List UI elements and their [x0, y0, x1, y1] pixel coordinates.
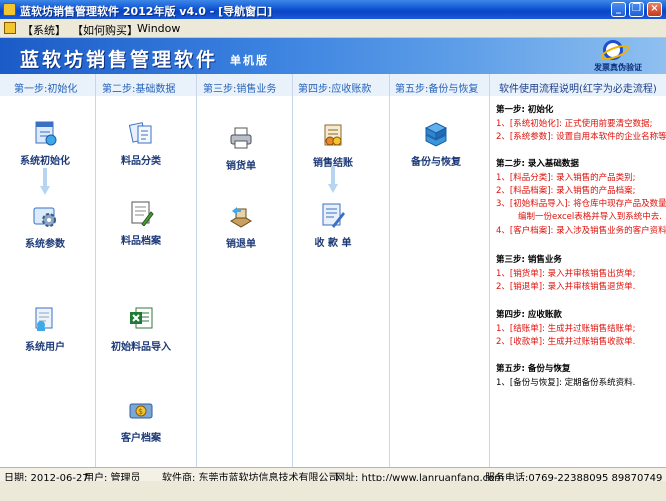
customer-file-button[interactable]: $ 客户档案 [96, 397, 186, 444]
sales-return-button[interactable]: 销退单 [196, 203, 286, 250]
system-init-label: 系统初始化 [20, 156, 70, 167]
initial-import-button[interactable]: 初始料品导入 [96, 306, 186, 353]
menu-window[interactable]: Window [137, 22, 180, 35]
banner: 蓝软坊销售管理软件 单机版 发票真伪验证 [0, 38, 666, 74]
item-file-button[interactable]: 料品档案 [96, 200, 186, 247]
menu-how-to-buy[interactable]: 【如何购买】 [72, 22, 138, 38]
receipt-icon [320, 202, 346, 228]
sales-return-label: 销退单 [226, 239, 256, 250]
initial-import-label: 初始料品导入 [111, 342, 171, 353]
menu-bar: 【系统】 【如何购买】 Window [0, 19, 666, 38]
steps-header: 第一步:初始化 第二步:基础数据 第三步:销售业务 第四步:应收账款 第五步:备… [0, 74, 666, 96]
backup-restore-icon [423, 121, 449, 147]
bottom-strip [0, 481, 666, 501]
restore-button[interactable]: ❐ [629, 2, 644, 17]
column-divider [389, 74, 390, 467]
sales-return-icon [228, 203, 254, 229]
guide-step2-heading: 第二步: 录入基础数据 [496, 159, 579, 169]
guide-text: 2、[收款单]: 生成并过账销售收款单. [496, 337, 636, 347]
guide-text: 2、[料品档案]: 录入销售的产品档案; [496, 186, 636, 196]
sales-order-button[interactable]: 销货单 [196, 125, 286, 172]
excel-icon [128, 306, 154, 332]
guide-step4-heading: 第四步: 应收账款 [496, 310, 562, 320]
receipt-label: 收 款 单 [314, 238, 352, 249]
flow-arrow [328, 166, 338, 194]
guide-step3-heading: 第三步: 销售业务 [496, 255, 562, 265]
invoice-verify-link[interactable]: 发票真伪验证 [594, 62, 642, 73]
gear-icon [32, 203, 58, 229]
step-5-header: 第五步:备份与恢复 [395, 84, 479, 95]
step-2-header: 第二步:基础数据 [102, 84, 176, 95]
users-icon [32, 306, 58, 332]
guide-text: 1、[销货单]: 录入并审核销售出货单; [496, 269, 636, 279]
guide-text: 1、[系统初始化]: 正式使用前要清空数据; [496, 119, 653, 129]
guide-panel: 第一步: 初始化 1、[系统初始化]: 正式使用前要清空数据; 2、[系统参数]… [490, 96, 666, 467]
sales-order-label: 销货单 [226, 161, 256, 172]
window-title: 蓝软坊销售管理软件 2012年版 v4.0 - [导航窗口] [20, 5, 273, 18]
receipt-button[interactable]: 收 款 单 [288, 202, 378, 249]
printer-icon [228, 125, 254, 151]
system-init-button[interactable]: 系统初始化 [0, 120, 90, 167]
guide-text: 2、[销退单]: 录入并审核销售退货单. [496, 282, 636, 292]
guide-step5-heading: 第五步: 备份与恢复 [496, 364, 571, 374]
sales-settle-icon [320, 122, 346, 148]
backup-restore-button[interactable]: 备份与恢复 [391, 121, 481, 168]
banner-title: 蓝软坊销售管理软件 [20, 49, 219, 71]
item-category-label: 料品分类 [121, 156, 161, 167]
step-4-header: 第四步:应收账款 [298, 84, 372, 95]
menu-system[interactable]: 【系统】 [22, 22, 66, 38]
svg-text:$: $ [138, 407, 143, 416]
guide-title: 软件使用流程说明(红字为必走流程) [499, 84, 657, 95]
guide-text: 2、[系统参数]: 设置自用本软件的企业名称等. [496, 132, 666, 142]
item-category-button[interactable]: 料品分类 [96, 120, 186, 167]
system-users-label: 系统用户 [25, 342, 65, 353]
customer-file-label: 客户档案 [121, 433, 161, 444]
guide-text: 编制一份excel表格并导入到系统中去. [518, 212, 662, 222]
title-bar: 蓝软坊销售管理软件 2012年版 v4.0 - [导航窗口] _ ❐ × [0, 0, 666, 19]
system-users-button[interactable]: 系统用户 [0, 306, 90, 353]
guide-text: 1、[备份与恢复]: 定期备份系统资料. [496, 378, 636, 388]
status-bar: 日期: 2012-06-27 用户: 管理员 软件商: 东莞市蓝软坊信息技术有限… [0, 467, 666, 484]
guide-step1-heading: 第一步: 初始化 [496, 105, 554, 115]
item-file-label: 料品档案 [121, 236, 161, 247]
guide-text: 4、[客户档案]: 录入涉及销售业务的客户资料. [496, 226, 666, 236]
flow-arrow [40, 168, 50, 196]
guide-text: 3、[初始料品导入]: 将仓库中现存产品及数量 [496, 199, 666, 209]
invoice-verify-icon[interactable] [603, 40, 623, 60]
item-category-icon [128, 120, 154, 146]
close-button[interactable]: × [647, 2, 662, 17]
step-1-header: 第一步:初始化 [14, 84, 78, 95]
guide-text: 1、[料品分类]: 录入销售的产品类别; [496, 173, 636, 183]
app-icon[interactable] [3, 3, 16, 16]
minimize-button[interactable]: _ [611, 2, 626, 17]
system-params-button[interactable]: 系统参数 [0, 203, 90, 250]
sales-settle-button[interactable]: 销售结账 [288, 122, 378, 169]
backup-restore-label: 备份与恢复 [411, 157, 461, 168]
customer-file-icon: $ [128, 397, 154, 423]
step-3-header: 第三步:销售业务 [203, 84, 277, 95]
banner-edition: 单机版 [230, 54, 269, 67]
guide-text: 1、[结账单]: 生成并过账销售结账单; [496, 324, 636, 334]
child-window-icon[interactable] [4, 22, 16, 34]
system-init-icon [32, 120, 58, 146]
item-file-icon [128, 200, 154, 227]
system-params-label: 系统参数 [25, 239, 65, 250]
